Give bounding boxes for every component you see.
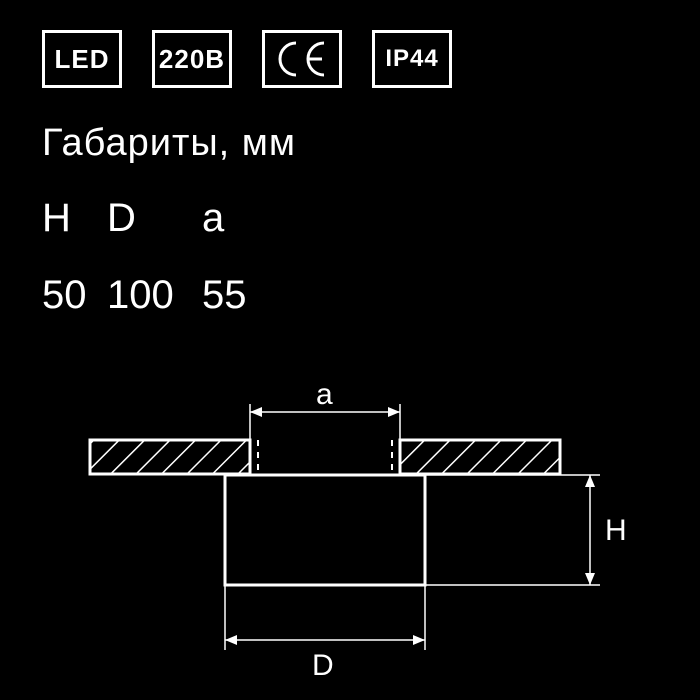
- dim-label-a: a: [316, 380, 333, 411]
- dimension-diagram: a D H: [0, 380, 700, 700]
- col-d: D: [107, 190, 202, 247]
- val-h: 50: [42, 273, 107, 318]
- col-a: a: [202, 190, 282, 247]
- badge-ip: IP44: [372, 30, 452, 88]
- col-h: H: [42, 190, 107, 247]
- badge-row: LED 220В IP44: [42, 30, 452, 88]
- dim-label-h: H: [605, 514, 627, 547]
- dimensions-table: H D a 50 100 55: [42, 190, 282, 318]
- badge-led: LED: [42, 30, 122, 88]
- table-header-row: H D a: [42, 190, 282, 247]
- dimensions-title: Габариты, мм: [42, 122, 296, 165]
- badge-voltage: 220В: [152, 30, 232, 88]
- val-a: 55: [202, 273, 282, 318]
- ce-icon: [274, 39, 330, 79]
- val-d: 100: [107, 273, 202, 318]
- table-value-row: 50 100 55: [42, 273, 282, 318]
- badge-ce: [262, 30, 342, 88]
- dim-label-d: D: [312, 649, 334, 682]
